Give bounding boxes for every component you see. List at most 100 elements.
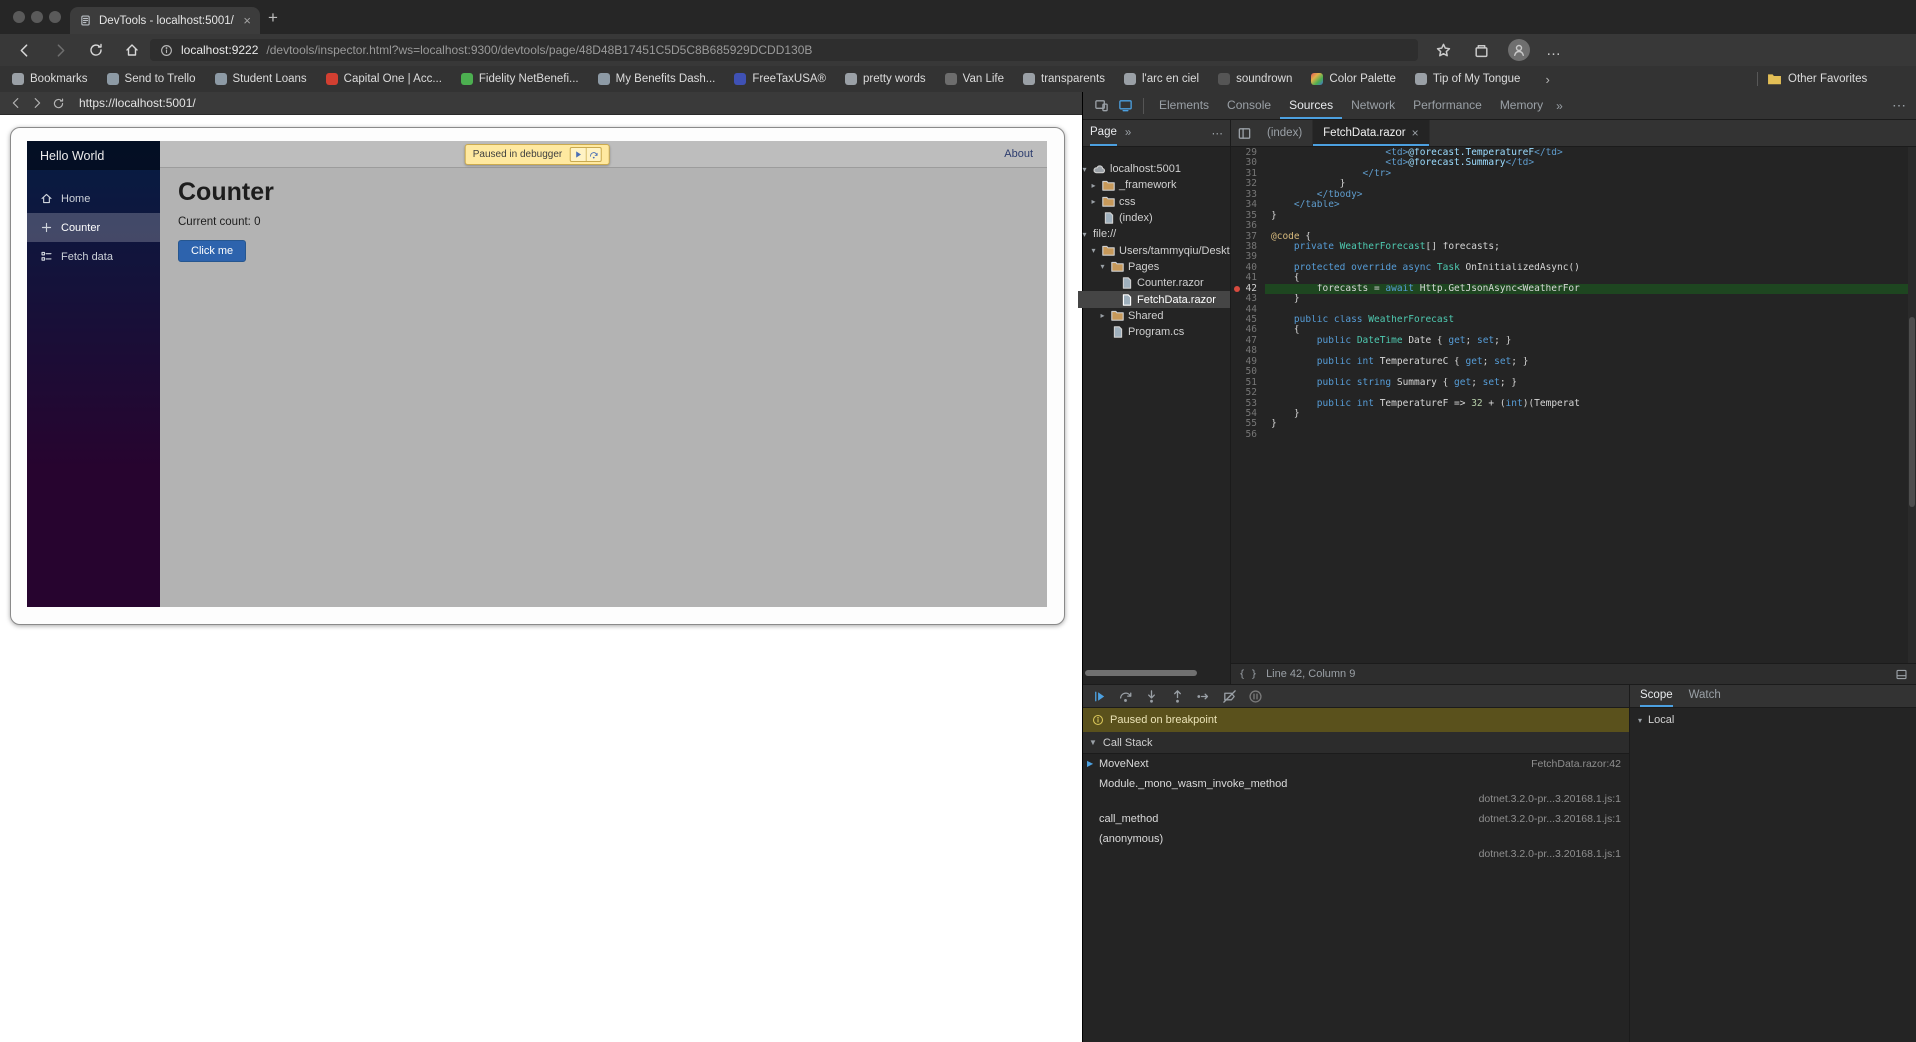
bookmark-send-to-trello[interactable]: Send to Trello	[106, 73, 196, 85]
traffic-light-minimize[interactable]	[31, 11, 43, 23]
devtools-tab-performance[interactable]: Performance	[1404, 92, 1491, 119]
call-stack-frame[interactable]: Module._mono_wasm_invoke_method dotnet.3.…	[1083, 774, 1629, 809]
favorite-star-icon[interactable]	[1432, 39, 1454, 61]
file-tree-item-framework[interactable]: ▸ _framework	[1078, 177, 1230, 193]
screencast-reload-icon[interactable]	[50, 95, 66, 111]
bookmark-fidelity-netbenefi[interactable]: Fidelity NetBenefi...	[460, 73, 579, 85]
breakpoint-icon[interactable]	[1234, 285, 1240, 292]
devtools-tab-memory[interactable]: Memory	[1491, 92, 1552, 119]
editor-tab-fetchdata-razor[interactable]: FetchData.razor ×	[1313, 120, 1430, 146]
bookmark-freetaxusa[interactable]: FreeTaxUSA®	[734, 73, 826, 85]
bookmark-van-life[interactable]: Van Life	[944, 73, 1004, 85]
twisty-icon[interactable]: ▾	[1089, 246, 1098, 255]
call-stack-frame[interactable]: ▶ MoveNext FetchData.razor:42	[1083, 754, 1629, 774]
expand-triangle-icon[interactable]: ▾	[1638, 716, 1642, 725]
navigator-more-tabs-icon[interactable]: »	[1125, 127, 1131, 139]
new-tab-button[interactable]: +	[268, 8, 278, 28]
home-icon[interactable]	[122, 40, 142, 60]
bookmark-capital-one-acc[interactable]: Capital One | Acc...	[325, 73, 442, 85]
app-nav-home[interactable]: Home	[27, 184, 160, 213]
toggle-screencast-icon[interactable]	[1113, 93, 1137, 119]
app-nav-counter[interactable]: Counter	[27, 213, 160, 242]
resume-script-icon[interactable]	[570, 148, 585, 161]
bookmark-pretty-words[interactable]: pretty words	[845, 73, 926, 85]
step-button[interactable]	[1191, 685, 1215, 707]
step-into-button[interactable]	[1139, 685, 1163, 707]
file-tree-item-fetchdata-razor[interactable]: FetchData.razor	[1078, 291, 1230, 308]
file-tree-item-program-cs[interactable]: Program.cs	[1078, 324, 1230, 340]
devtools-tab-elements[interactable]: Elements	[1150, 92, 1218, 119]
pause-on-exceptions-button[interactable]	[1243, 685, 1267, 707]
sidebar-tab-scope[interactable]: Scope	[1640, 685, 1673, 707]
bookmark-color-palette[interactable]: Color Palette	[1311, 73, 1396, 85]
inspect-element-icon[interactable]	[1089, 93, 1113, 119]
file-tree-item-localhost-5001[interactable]: ▾ localhost:5001	[1078, 161, 1230, 177]
traffic-light-close[interactable]	[13, 11, 25, 23]
devtools-tab-network[interactable]: Network	[1342, 92, 1404, 119]
profile-avatar[interactable]	[1508, 39, 1530, 61]
step-over-banner-icon[interactable]	[585, 148, 600, 161]
collections-icon[interactable]	[1470, 39, 1492, 61]
file-tree-item-index[interactable]: (index)	[1078, 210, 1230, 226]
panel-corner-icon[interactable]	[1894, 667, 1908, 681]
screencast-forward-icon[interactable]	[29, 95, 45, 111]
file-tree-item-file[interactable]: ▾ file://	[1078, 226, 1230, 242]
call-stack-frame[interactable]: call_method dotnet.3.2.0-pr...3.20168.1.j…	[1083, 809, 1629, 829]
close-tab-icon[interactable]: ×	[243, 14, 251, 27]
pretty-print-icon[interactable]: { }	[1239, 669, 1257, 680]
editor-vertical-scrollbar[interactable]	[1908, 147, 1916, 663]
navigator-menu-icon[interactable]: ⋯	[1212, 126, 1224, 140]
devtools-tab-sources[interactable]: Sources	[1280, 92, 1343, 119]
twisty-icon[interactable]: ▸	[1098, 311, 1107, 320]
code-editor[interactable]: 29 <td>@forecast.TemperatureF</td> 30 <td…	[1231, 147, 1916, 663]
back-icon[interactable]	[14, 40, 34, 60]
click-me-button[interactable]: Click me	[178, 240, 247, 262]
app-nav-fetch-data[interactable]: Fetch data	[27, 242, 160, 271]
close-file-icon[interactable]: ×	[1412, 126, 1419, 140]
scope-local-row[interactable]: ▾ Local	[1630, 708, 1916, 732]
other-favorites-folder[interactable]: Other Favorites	[1767, 66, 1867, 92]
resume-button[interactable]	[1087, 685, 1111, 707]
twisty-icon[interactable]: ▾	[1080, 230, 1089, 239]
file-tree-item-shared[interactable]: ▸ Shared	[1078, 308, 1230, 324]
twisty-icon[interactable]: ▾	[1098, 262, 1107, 271]
twisty-icon[interactable]: ▸	[1089, 181, 1098, 190]
bookmark-soundrown[interactable]: soundrown	[1218, 73, 1292, 85]
file-tree-item-pages[interactable]: ▾ Pages	[1078, 259, 1230, 275]
browser-menu-icon[interactable]: …	[1546, 42, 1562, 59]
navigator-horizontal-scrollbar[interactable]	[1085, 670, 1197, 676]
devtools-menu-icon[interactable]: ⋯	[1892, 97, 1906, 114]
bookmark-bookmarks[interactable]: Bookmarks	[12, 73, 88, 85]
screencast-back-icon[interactable]	[8, 95, 24, 111]
file-tree-item-counter-razor[interactable]: Counter.razor	[1078, 275, 1230, 291]
bookmarks-overflow-chevron[interactable]: ›	[1545, 72, 1549, 87]
scrollbar-thumb[interactable]	[1909, 317, 1915, 507]
step-over-button[interactable]	[1113, 685, 1137, 707]
reload-icon[interactable]	[86, 40, 106, 60]
more-panels-icon[interactable]: »	[1556, 99, 1563, 113]
browser-tab[interactable]: DevTools - localhost:5001/ ×	[70, 7, 260, 34]
editor-tab-index[interactable]: (index)	[1257, 120, 1314, 146]
file-tree-item-css[interactable]: ▸ css	[1078, 194, 1230, 210]
sidebar-tab-watch[interactable]: Watch	[1689, 685, 1721, 707]
devtools-tab-console[interactable]: Console	[1218, 92, 1280, 119]
bookmark-l-arc-en-ciel[interactable]: l'arc en ciel	[1123, 73, 1199, 85]
twisty-icon[interactable]: ▾	[1080, 165, 1089, 174]
bookmark-tip-of-my-tongue[interactable]: Tip of My Tongue	[1414, 73, 1520, 85]
about-link[interactable]: About	[1004, 148, 1033, 160]
line-number[interactable]: 56	[1231, 429, 1265, 440]
call-stack-header[interactable]: ▼ Call Stack	[1083, 732, 1629, 754]
bookmark-transparents[interactable]: transparents	[1023, 73, 1105, 85]
step-out-button[interactable]	[1165, 685, 1189, 707]
deactivate-breakpoints-button[interactable]	[1217, 685, 1241, 707]
traffic-light-zoom[interactable]	[49, 11, 61, 23]
forward-icon[interactable]	[50, 40, 70, 60]
twisty-icon[interactable]: ▸	[1089, 197, 1098, 206]
bookmark-student-loans[interactable]: Student Loans	[214, 73, 307, 85]
url-field[interactable]: localhost:9222/devtools/inspector.html?w…	[150, 39, 1418, 61]
navigator-tab-page[interactable]: Page	[1090, 120, 1117, 146]
collapse-triangle-icon[interactable]: ▼	[1089, 738, 1097, 747]
call-stack-frame[interactable]: (anonymous) dotnet.3.2.0-pr...3.20168.1.j…	[1083, 829, 1629, 864]
app-brand[interactable]: Hello World	[27, 141, 160, 170]
file-tree-item-users-tammyqiu-desktop-deskt[interactable]: ▾ Users/tammyqiu/Desktop/Deskt	[1078, 242, 1230, 258]
